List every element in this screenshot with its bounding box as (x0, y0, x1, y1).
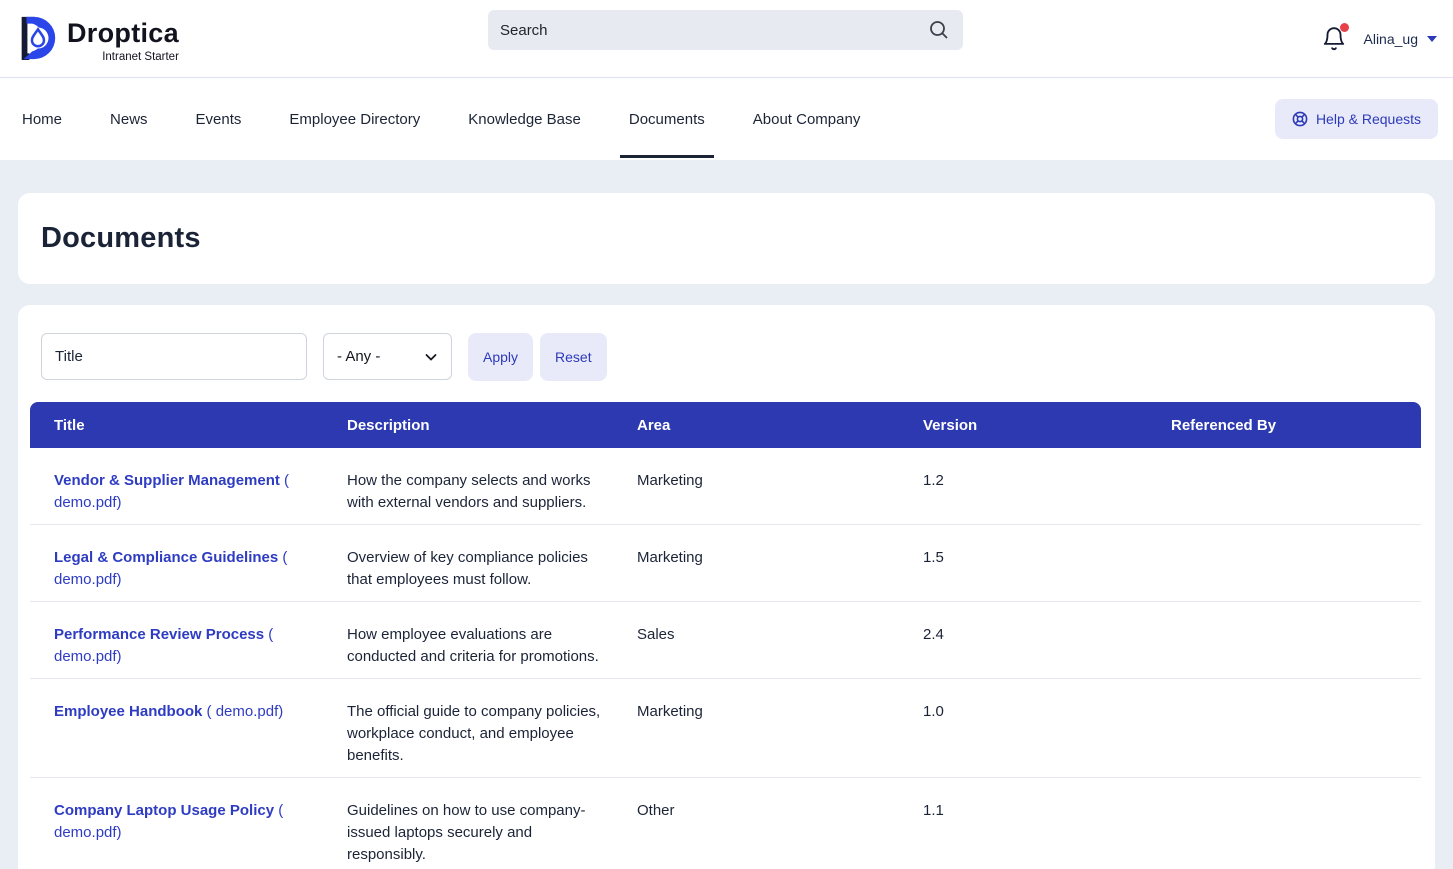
area-filter-select[interactable]: - Any - (323, 333, 452, 380)
document-version: 1.0 (923, 679, 1171, 778)
table-row: Vendor & Supplier Management ( demo.pdf)… (30, 448, 1421, 525)
nav-item-home[interactable]: Home (13, 81, 71, 158)
user-menu[interactable]: Alina_ug (1364, 31, 1438, 47)
document-link[interactable]: Performance Review Process ( demo.pdf) (54, 626, 273, 665)
table-header-row: Title Description Area Version Reference… (30, 402, 1421, 448)
document-referenced-by (1171, 448, 1421, 525)
document-area: Marketing (637, 448, 923, 525)
document-description: The official guide to company policies, … (347, 679, 637, 778)
documents-card: - Any - Apply Reset Title Description Ar… (18, 305, 1435, 869)
nav-item-news[interactable]: News (101, 81, 157, 158)
page-title-card: Documents (18, 193, 1435, 284)
reset-button[interactable]: Reset (540, 333, 607, 381)
table-row: Performance Review Process ( demo.pdf) H… (30, 602, 1421, 679)
area-filter-value: - Any - (337, 348, 380, 365)
brand-logo[interactable]: Droptica Intranet Starter (0, 14, 179, 63)
nav-item-knowledge-base[interactable]: Knowledge Base (459, 81, 590, 158)
search-icon[interactable] (927, 18, 951, 42)
document-link[interactable]: Company Laptop Usage Policy ( demo.pdf) (54, 802, 283, 841)
user-name: Alina_ug (1364, 31, 1419, 47)
filters-bar: - Any - Apply Reset (41, 333, 1423, 381)
main-content: Documents - Any - Apply Reset Tit (0, 160, 1453, 869)
table-body: Vendor & Supplier Management ( demo.pdf)… (30, 448, 1421, 869)
document-description: Guidelines on how to use company-issued … (347, 778, 637, 869)
document-area: Sales (637, 602, 923, 679)
top-header: Droptica Intranet Starter Alina_ug (0, 0, 1453, 78)
document-description: How employee evaluations are conducted a… (347, 602, 637, 679)
document-link[interactable]: Legal & Compliance Guidelines ( demo.pdf… (54, 549, 287, 588)
document-referenced-by (1171, 679, 1421, 778)
nav-item-documents[interactable]: Documents (620, 81, 714, 158)
brand-tagline: Intranet Starter (102, 51, 179, 63)
document-area: Marketing (637, 525, 923, 602)
chevron-down-icon (1427, 36, 1437, 42)
document-area: Other (637, 778, 923, 869)
table-row: Legal & Compliance Guidelines ( demo.pdf… (30, 525, 1421, 602)
title-filter-input[interactable] (41, 333, 307, 380)
droptica-logo-icon (14, 14, 60, 62)
search-bar[interactable] (488, 10, 963, 50)
document-version: 2.4 (923, 602, 1171, 679)
document-version: 1.1 (923, 778, 1171, 869)
documents-table: Title Description Area Version Reference… (30, 402, 1421, 869)
document-description: How the company selects and works with e… (347, 448, 637, 525)
column-header-area: Area (637, 402, 923, 448)
page-title: Documents (41, 222, 1412, 255)
table-row: Company Laptop Usage Policy ( demo.pdf) … (30, 778, 1421, 869)
chevron-down-icon (424, 350, 438, 364)
document-link[interactable]: Employee Handbook ( demo.pdf) (54, 703, 283, 720)
column-header-version: Version (923, 402, 1171, 448)
document-link[interactable]: Vendor & Supplier Management ( demo.pdf) (54, 472, 289, 511)
document-description: Overview of key compliance policies that… (347, 525, 637, 602)
brand-name: Droptica (67, 16, 179, 50)
nav-item-about-company[interactable]: About Company (744, 81, 870, 158)
table-row: Employee Handbook ( demo.pdf) The offici… (30, 679, 1421, 778)
column-header-title: Title (30, 402, 347, 448)
help-requests-label: Help & Requests (1316, 111, 1421, 127)
help-icon (1292, 111, 1308, 127)
document-referenced-by (1171, 602, 1421, 679)
nav-item-events[interactable]: Events (187, 81, 251, 158)
document-version: 1.5 (923, 525, 1171, 602)
column-header-description: Description (347, 402, 637, 448)
column-header-referenced-by: Referenced By (1171, 402, 1421, 448)
nav-item-employee-directory[interactable]: Employee Directory (280, 81, 429, 158)
help-requests-button[interactable]: Help & Requests (1275, 99, 1438, 139)
document-area: Marketing (637, 679, 923, 778)
notifications-bell-icon[interactable] (1321, 26, 1347, 52)
unread-notification-dot (1340, 23, 1349, 32)
document-version: 1.2 (923, 448, 1171, 525)
document-referenced-by (1171, 525, 1421, 602)
document-referenced-by (1171, 778, 1421, 869)
search-input[interactable] (500, 22, 927, 39)
apply-button[interactable]: Apply (468, 333, 533, 381)
main-navigation: Home News Events Employee Directory Know… (0, 78, 1453, 160)
